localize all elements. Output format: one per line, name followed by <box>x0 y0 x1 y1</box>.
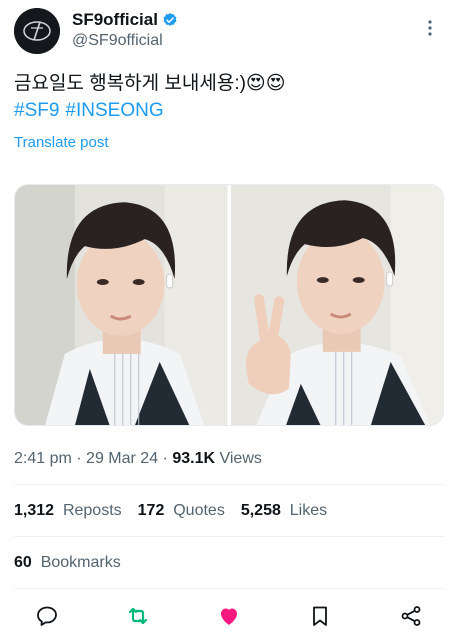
views-count: 93.1K <box>172 450 216 467</box>
quotes-stat[interactable]: 172 Quotes <box>138 502 225 520</box>
reply-icon[interactable] <box>34 603 60 629</box>
likes-count: 5,258 <box>240 502 281 519</box>
sf9-logo-icon <box>14 8 60 54</box>
handle[interactable]: @SF9official <box>72 32 178 50</box>
separator: · <box>162 450 168 467</box>
views-label: Views <box>219 450 262 467</box>
repost-icon[interactable] <box>125 603 151 629</box>
photo-2[interactable] <box>230 185 443 425</box>
divider <box>14 484 444 485</box>
divider <box>14 588 444 589</box>
bookmarks-count: 60 <box>14 554 32 571</box>
separator: · <box>76 450 82 467</box>
hashtag-link[interactable]: #SF9 <box>14 100 59 121</box>
photo-1[interactable] <box>15 185 228 425</box>
hashtag-link[interactable]: #INSEONG <box>65 100 163 121</box>
bookmark-icon[interactable] <box>307 603 333 629</box>
share-icon[interactable] <box>398 603 424 629</box>
bookmarks-stat[interactable]: 60 Bookmarks <box>14 554 121 572</box>
reposts-stat[interactable]: 1,312 Reposts <box>14 502 122 520</box>
more-vertical-icon[interactable] <box>420 18 440 38</box>
quotes-label: Quotes <box>173 502 225 519</box>
translate-post-link[interactable]: Translate post <box>14 134 109 151</box>
bookmarks-label: Bookmarks <box>40 554 121 571</box>
avatar[interactable] <box>14 8 60 54</box>
media-grid <box>14 184 444 426</box>
heart-icon[interactable] <box>216 603 242 629</box>
tweet-header: SF9official @SF9official <box>14 8 444 56</box>
tweet-time[interactable]: 2:41 pm <box>14 450 72 467</box>
likes-stat[interactable]: 5,258 Likes <box>241 502 327 520</box>
likes-label: Likes <box>289 502 328 519</box>
display-name[interactable]: SF9official <box>72 10 158 30</box>
hashtags: #SF9 #INSEONG <box>14 97 170 124</box>
reposts-count: 1,312 <box>14 502 55 519</box>
reposts-label: Reposts <box>62 502 122 519</box>
engagement-stats: 1,312 Reposts 172 Quotes 5,258 Likes <box>14 502 327 520</box>
quotes-count: 172 <box>137 502 165 519</box>
action-bar <box>14 600 444 632</box>
divider <box>14 536 444 537</box>
verified-badge-icon <box>162 12 178 28</box>
tweet-text: 금요일도 행복하게 보내세용:)😍😍 <box>14 73 286 94</box>
tweet-date[interactable]: 29 Mar 24 <box>86 450 158 467</box>
tweet-meta: 2:41 pm · 29 Mar 24 · 93.1K Views <box>14 450 262 468</box>
